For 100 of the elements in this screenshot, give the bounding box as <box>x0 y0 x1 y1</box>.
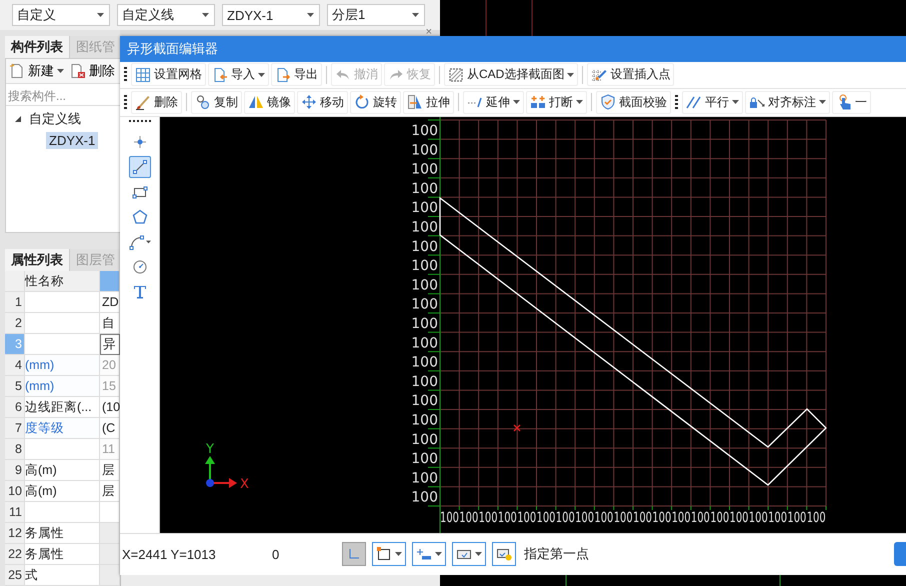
status-toggle-button[interactable] <box>372 542 406 566</box>
row-number: 9 <box>5 460 25 481</box>
tool-button[interactable] <box>128 156 150 178</box>
axis-label: 100 <box>411 180 438 197</box>
caret-icon <box>475 552 482 556</box>
property-value: 15 <box>100 376 120 397</box>
toolbar-button[interactable]: 移动 <box>297 90 348 114</box>
rectangle-icon <box>132 184 148 200</box>
column-header: 性名称 <box>25 271 100 292</box>
parallel-lines-icon <box>686 94 702 110</box>
delete-file-icon <box>70 62 86 79</box>
move-arrows-icon <box>301 94 317 110</box>
axis-label: 100 <box>411 374 438 390</box>
row-number: 2 <box>5 313 25 334</box>
rotate-icon <box>354 94 370 110</box>
grid-icon <box>135 66 151 83</box>
property-name: (mm) <box>25 376 100 397</box>
toolbar-handle[interactable] <box>124 94 127 110</box>
toolbar-button[interactable]: 平行 <box>682 90 743 114</box>
delete-button[interactable]: 删除 <box>70 62 115 80</box>
toolbar-handle[interactable] <box>124 67 127 82</box>
combo-box[interactable]: 自定义 <box>12 4 110 26</box>
property-name: 高(m) <box>25 460 100 481</box>
combo-box[interactable]: ZDYX-1 <box>222 4 320 26</box>
caret-icon <box>513 100 520 104</box>
collapse-icon[interactable] <box>14 115 22 124</box>
point-icon <box>132 134 148 150</box>
row-number: 6 <box>5 397 25 418</box>
caret-icon <box>202 13 209 17</box>
row-number: 22 <box>5 544 25 565</box>
status-toggle-button[interactable] <box>492 542 516 566</box>
axis-label: 100 <box>411 470 438 486</box>
caret-icon <box>395 552 402 556</box>
dimension-icon <box>416 546 432 562</box>
toolbar-handle[interactable] <box>675 94 678 110</box>
new-button[interactable]: 新建 <box>9 62 64 80</box>
toolbar-button[interactable]: 设置网格 <box>131 63 206 86</box>
status-toggle-button[interactable] <box>452 542 486 566</box>
status-toggle-button[interactable] <box>342 542 366 566</box>
caret-icon <box>258 72 265 77</box>
caret-icon <box>576 100 583 104</box>
combo-box[interactable]: 分层1 <box>327 4 425 26</box>
toolbar-button[interactable]: 对齐标注 <box>745 90 830 114</box>
prompt-text: 指定第一点 <box>524 545 589 564</box>
axis-label: 100 <box>411 432 438 448</box>
brush-icon <box>135 94 151 110</box>
toolbar-button[interactable]: 导入 <box>208 63 269 86</box>
axis-label: 100 <box>411 142 438 158</box>
axis-label: 100 <box>411 412 438 428</box>
row-number: 10 <box>5 481 25 502</box>
property-name: 高(m) <box>25 481 100 502</box>
caret-icon <box>435 552 442 556</box>
toolbar-button[interactable]: 打断 <box>526 90 587 114</box>
toolbar-button[interactable]: 一 <box>832 90 871 114</box>
status-toggle-button[interactable] <box>412 542 446 566</box>
property-value: 11 <box>100 439 120 460</box>
axis-label: 100 <box>411 392 438 409</box>
axis-label: 100 <box>411 277 438 294</box>
axis-label: 100 <box>411 335 438 351</box>
snap-rect-icon <box>376 546 392 562</box>
toolbar-button[interactable]: 截面校验 <box>596 90 671 114</box>
row-number: 25 <box>5 565 25 586</box>
split-blocks-icon <box>530 94 546 110</box>
row-number: 11 <box>5 502 25 523</box>
toolbar-button[interactable]: 设置插入点 <box>587 63 674 86</box>
axis-label: 100 <box>411 200 438 216</box>
caret-icon <box>412 13 419 17</box>
tree-item[interactable]: ZDYX-1 <box>46 132 98 149</box>
axis-label: 100 <box>411 316 438 332</box>
toolbar-button[interactable]: 从CAD选择截面图 <box>444 63 578 86</box>
circle-icon <box>132 258 148 275</box>
caret-icon <box>146 240 150 244</box>
arc-icon <box>128 234 144 250</box>
caret-icon <box>732 100 739 104</box>
toolbar-button[interactable]: 复制 <box>191 90 242 114</box>
toolbar-button[interactable]: 镜像 <box>244 90 295 114</box>
pentagon-icon <box>132 208 148 225</box>
file-arrow-icon <box>212 66 228 83</box>
caret-icon <box>819 100 826 104</box>
stretch-icon <box>407 94 423 110</box>
bulb-display-icon <box>496 546 512 562</box>
toolbar-button[interactable]: 删除 <box>131 90 182 114</box>
toolbar-handle[interactable] <box>128 120 150 122</box>
toolbar-button[interactable]: 延伸 <box>463 90 524 114</box>
axis-label: 100 <box>411 161 438 178</box>
toolbar-button[interactable]: 导出 <box>271 63 322 86</box>
toolbar-button[interactable]: 拉伸 <box>403 90 454 114</box>
cross-marker <box>513 424 521 432</box>
dialog-title: 异形截面编辑器 <box>120 36 906 62</box>
combo-box[interactable]: 自定义线 <box>117 4 215 26</box>
axis-title: X <box>240 476 249 492</box>
tree-item[interactable]: 自定义线 <box>26 109 84 130</box>
copy-circles-icon <box>195 94 211 110</box>
toolbar-button[interactable]: 旋转 <box>350 90 401 114</box>
axis-label: 100 <box>411 354 438 370</box>
tab[interactable]: 构件列表 <box>5 36 70 58</box>
shield-check-icon <box>600 94 616 110</box>
mirror-icon <box>248 94 264 110</box>
tab[interactable]: 属性列表 <box>5 249 70 271</box>
action-button[interactable] <box>894 542 906 566</box>
